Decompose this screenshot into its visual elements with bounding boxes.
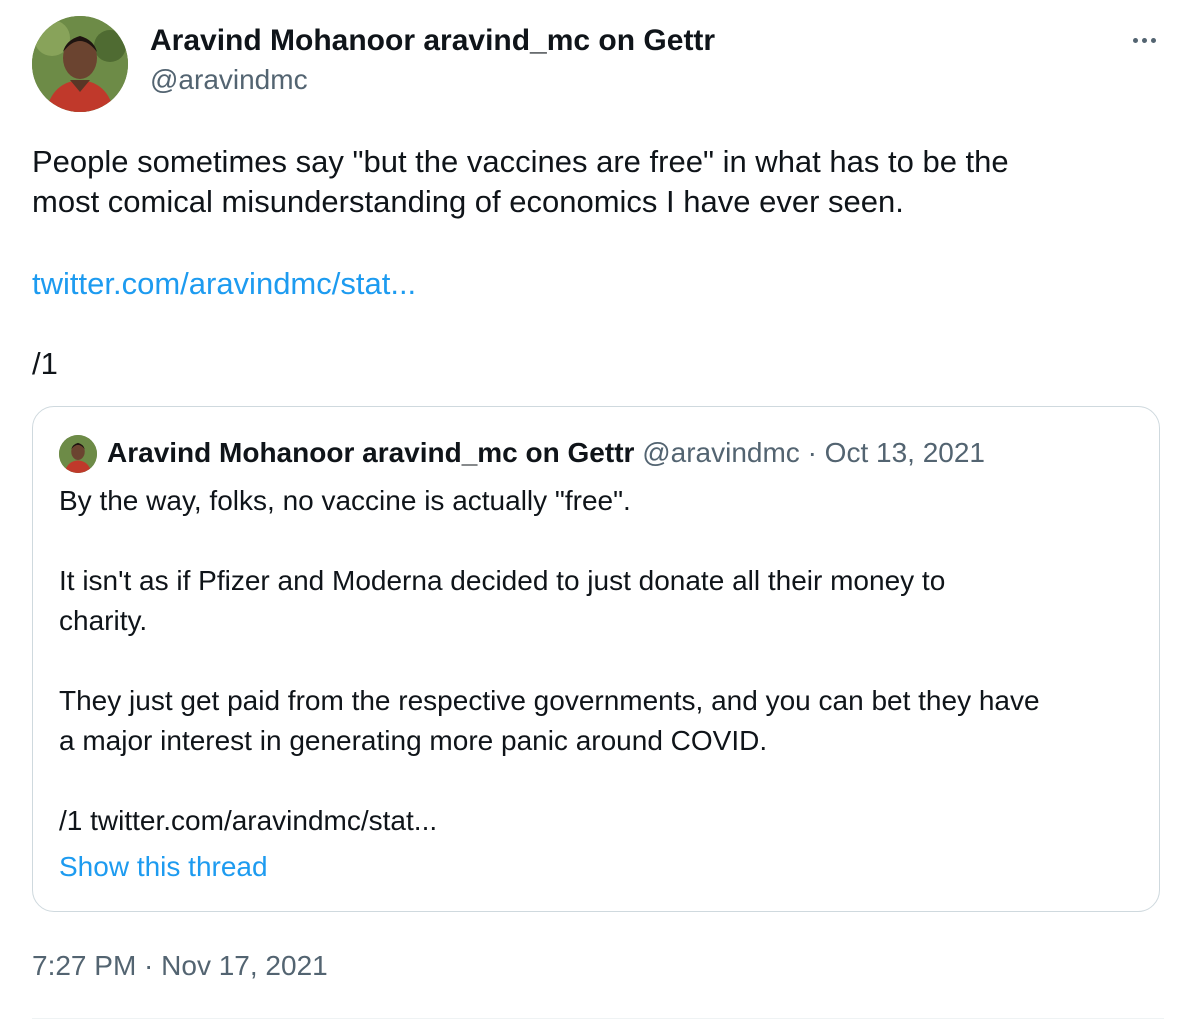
author-handle[interactable]: @aravindmc (150, 64, 308, 96)
tweet-timestamp[interactable]: 7:27 PM · Nov 17, 2021 (32, 950, 328, 982)
quoted-text-line: charity. (59, 605, 148, 636)
author-avatar[interactable] (32, 16, 128, 112)
show-thread-link[interactable]: Show this thread (59, 851, 268, 883)
thread-marker: /1 (32, 346, 58, 381)
quoted-text-line: a major interest in generating more pani… (59, 725, 768, 756)
quoted-text-line: By the way, folks, no vaccine is actuall… (59, 485, 631, 516)
quoted-text-line: /1 twitter.com/aravindmc/stat... (59, 805, 438, 836)
quoted-text-line: They just get paid from the respective g… (59, 685, 1040, 716)
tweet-text-line: most comical misunderstanding of economi… (32, 184, 904, 219)
quoted-text-line: It isn't as if Pfizer and Moderna decide… (59, 565, 946, 596)
quoted-author-avatar[interactable] (59, 435, 97, 473)
divider (32, 1018, 1164, 1019)
author-name[interactable]: Aravind Mohanoor aravind_mc on Gettr (150, 24, 715, 58)
quoted-tweet-header: Aravind Mohanoor aravind_mc on Gettr @ar… (107, 437, 985, 469)
quoted-author-name[interactable]: Aravind Mohanoor aravind_mc on Gettr (107, 437, 634, 468)
quoted-author-meta: @aravindmc · Oct 13, 2021 (642, 437, 985, 468)
tweet-link[interactable]: twitter.com/aravindmc/stat... (32, 266, 416, 302)
tweet-text-line: People sometimes say "but the vaccines a… (32, 144, 1009, 179)
more-horizontal-icon[interactable] (1126, 22, 1162, 58)
quoted-tweet-card[interactable]: Aravind Mohanoor aravind_mc on Gettr @ar… (32, 406, 1160, 912)
